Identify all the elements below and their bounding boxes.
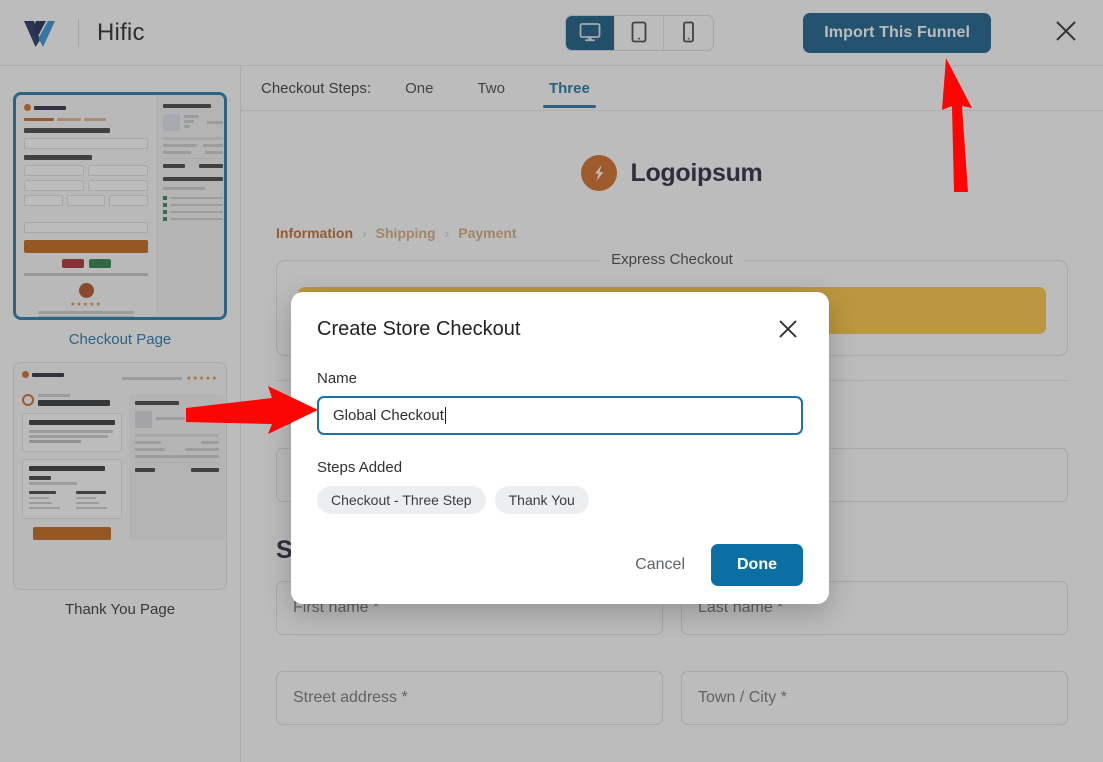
name-input-value: Global Checkout (333, 407, 444, 424)
step-chip-thank-you: Thank You (495, 486, 589, 514)
modal-title: Create Store Checkout (317, 318, 520, 341)
close-icon (777, 318, 799, 345)
name-label: Name (317, 370, 803, 387)
steps-added-label: Steps Added (317, 459, 803, 476)
cancel-button[interactable]: Cancel (621, 547, 699, 583)
step-chip-checkout-three-step: Checkout - Three Step (317, 486, 486, 514)
modal-actions: Cancel Done (317, 544, 803, 586)
done-button[interactable]: Done (711, 544, 803, 586)
modal-close-button[interactable] (773, 316, 803, 346)
steps-added-chips: Checkout - Three Step Thank You (317, 486, 803, 514)
text-cursor (445, 407, 446, 424)
modal-header: Create Store Checkout (317, 318, 803, 346)
name-input[interactable]: Global Checkout (317, 396, 803, 435)
create-store-checkout-modal: Create Store Checkout Name Global Checko… (291, 292, 829, 604)
app-root: Hific (0, 0, 1103, 762)
